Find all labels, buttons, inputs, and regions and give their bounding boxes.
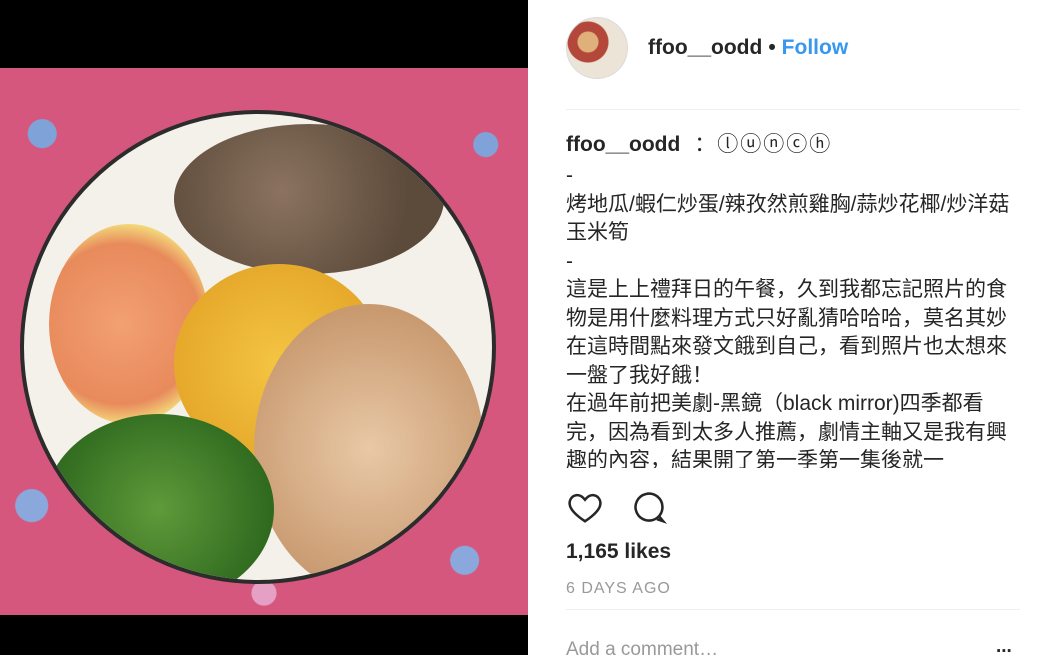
chicken-breast [254,304,484,580]
caption-username[interactable]: ffoo__oodd [566,133,680,156]
comment-bubble-icon[interactable] [630,488,668,531]
caption: ffoo__oodd ：ⓛⓤⓝⓒⓗ - 烤地瓜/蝦仁炒蛋/辣孜然煎雞胸/蒜炒花椰/… [566,128,1020,468]
avatar[interactable] [566,17,628,79]
mushroom-corn [174,124,444,274]
action-bar [566,488,668,531]
header-username[interactable]: ffoo__oodd [648,36,762,60]
post-photo[interactable] [0,68,528,615]
like-heart-icon[interactable] [566,488,604,531]
add-comment-input[interactable]: Add a comment… [566,639,1020,661]
caption-body: - 烤地瓜/蝦仁炒蛋/辣孜然煎雞胸/蒜炒花椰/炒洋菇玉米筍 - 這是上上禮拜日的… [566,164,1010,468]
post-timestamp: 6 DAYS AGO [566,580,671,597]
post-header: ffoo__oodd • Follow [566,14,848,82]
header-divider [566,109,1020,110]
post-sidebar: ffoo__oodd • Follow ffoo__oodd ：ⓛⓤⓝⓒⓗ - 烤… [528,0,1040,660]
caption-title: ：ⓛⓤⓝⓒⓗ [694,133,833,156]
follow-button[interactable]: Follow [782,36,849,60]
plate [20,110,496,584]
post-photo-pane [0,0,528,655]
likes-count[interactable]: 1,165 likes [566,540,671,564]
comment-divider [566,609,1020,610]
separator-dot: • [768,36,776,59]
